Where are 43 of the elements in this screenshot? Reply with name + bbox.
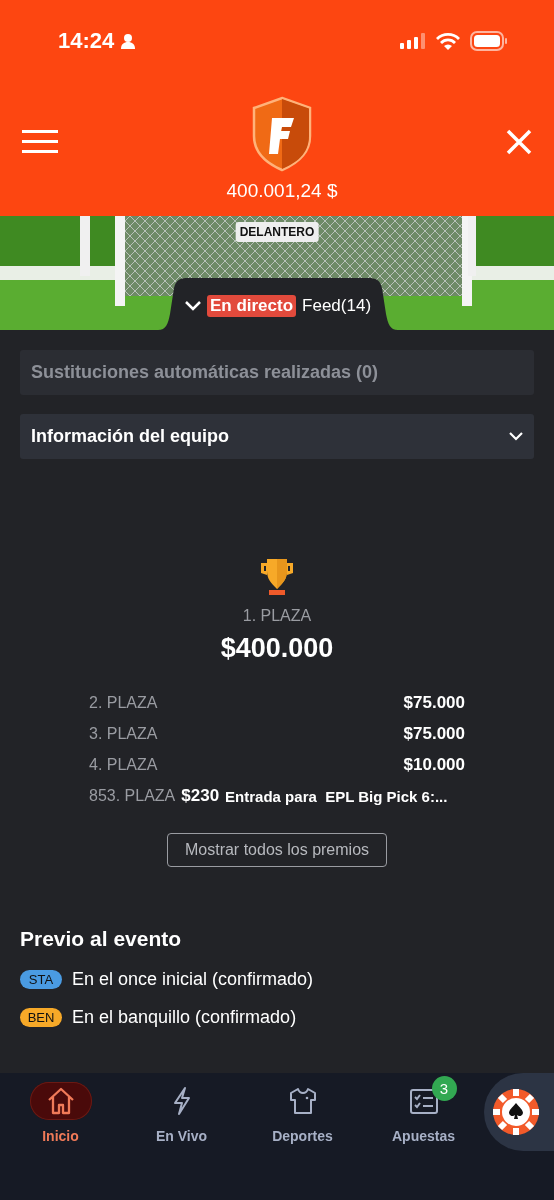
dropdown-header[interactable]: Información del equipo bbox=[20, 414, 534, 459]
section-title: Información del equipo bbox=[31, 426, 229, 447]
close-icon[interactable] bbox=[506, 129, 532, 155]
nav-tab[interactable]: Inicio bbox=[0, 1073, 121, 1145]
menu-icon[interactable] bbox=[22, 129, 58, 155]
shirt-icon bbox=[287, 1086, 318, 1116]
place-label: 4. PLAZA bbox=[89, 756, 158, 774]
nav-tab[interactable]: Deportes bbox=[242, 1073, 363, 1145]
balance: 400.001,24 $ bbox=[226, 180, 338, 202]
prize-amount: $75.000 bbox=[403, 693, 465, 713]
position-label: DELANTERO bbox=[235, 222, 319, 242]
show-all-prizes-button[interactable]: Mostrar todos los premios bbox=[166, 833, 388, 867]
status-tag: STA bbox=[20, 970, 62, 989]
place-label: 2. PLAZA bbox=[89, 694, 158, 712]
prize-amount: $10.000 bbox=[403, 755, 465, 775]
feed-tab[interactable]: En directo Feed(14) bbox=[158, 278, 398, 330]
prize-amount: $400.000 bbox=[220, 633, 334, 664]
poker-chip-icon[interactable] bbox=[492, 1088, 540, 1136]
place-label: 3. PLAZA bbox=[89, 725, 158, 743]
wifi-icon bbox=[436, 32, 460, 50]
shield-logo-icon bbox=[252, 96, 312, 172]
section-title: Sustituciones automáticas realizadas (0) bbox=[31, 362, 379, 383]
status-time: 14:24 bbox=[58, 28, 115, 54]
trophy-icon bbox=[259, 557, 295, 597]
live-badge: En directo bbox=[206, 295, 297, 317]
place-label: 1. PLAZA bbox=[242, 607, 312, 625]
count-badge: 3 bbox=[431, 1076, 457, 1101]
feed-label: Feed(14) bbox=[302, 296, 372, 316]
nav-tab[interactable]: En Vivo bbox=[121, 1073, 242, 1145]
person-icon bbox=[120, 33, 137, 49]
chevron-down-icon bbox=[184, 301, 201, 311]
status-tag: BEN bbox=[20, 1008, 62, 1027]
nav-tab[interactable]: 3 Apuestas bbox=[363, 1073, 484, 1145]
signal-icon bbox=[400, 33, 426, 49]
checklist-icon bbox=[408, 1086, 439, 1116]
prize-amount: $230 bbox=[181, 786, 220, 806]
legend-text: En el banquillo (confirmado) bbox=[72, 1007, 297, 1028]
place-label: 853. PLAZA bbox=[89, 787, 176, 805]
section-title: Previo al evento bbox=[20, 927, 183, 951]
legend-text: En el once inicial (confirmado) bbox=[72, 969, 314, 990]
prize-note: Entrada para EPL Big Pick 6:... bbox=[225, 787, 448, 805]
prize-amount: $75.000 bbox=[403, 724, 465, 744]
battery-icon bbox=[470, 31, 508, 51]
